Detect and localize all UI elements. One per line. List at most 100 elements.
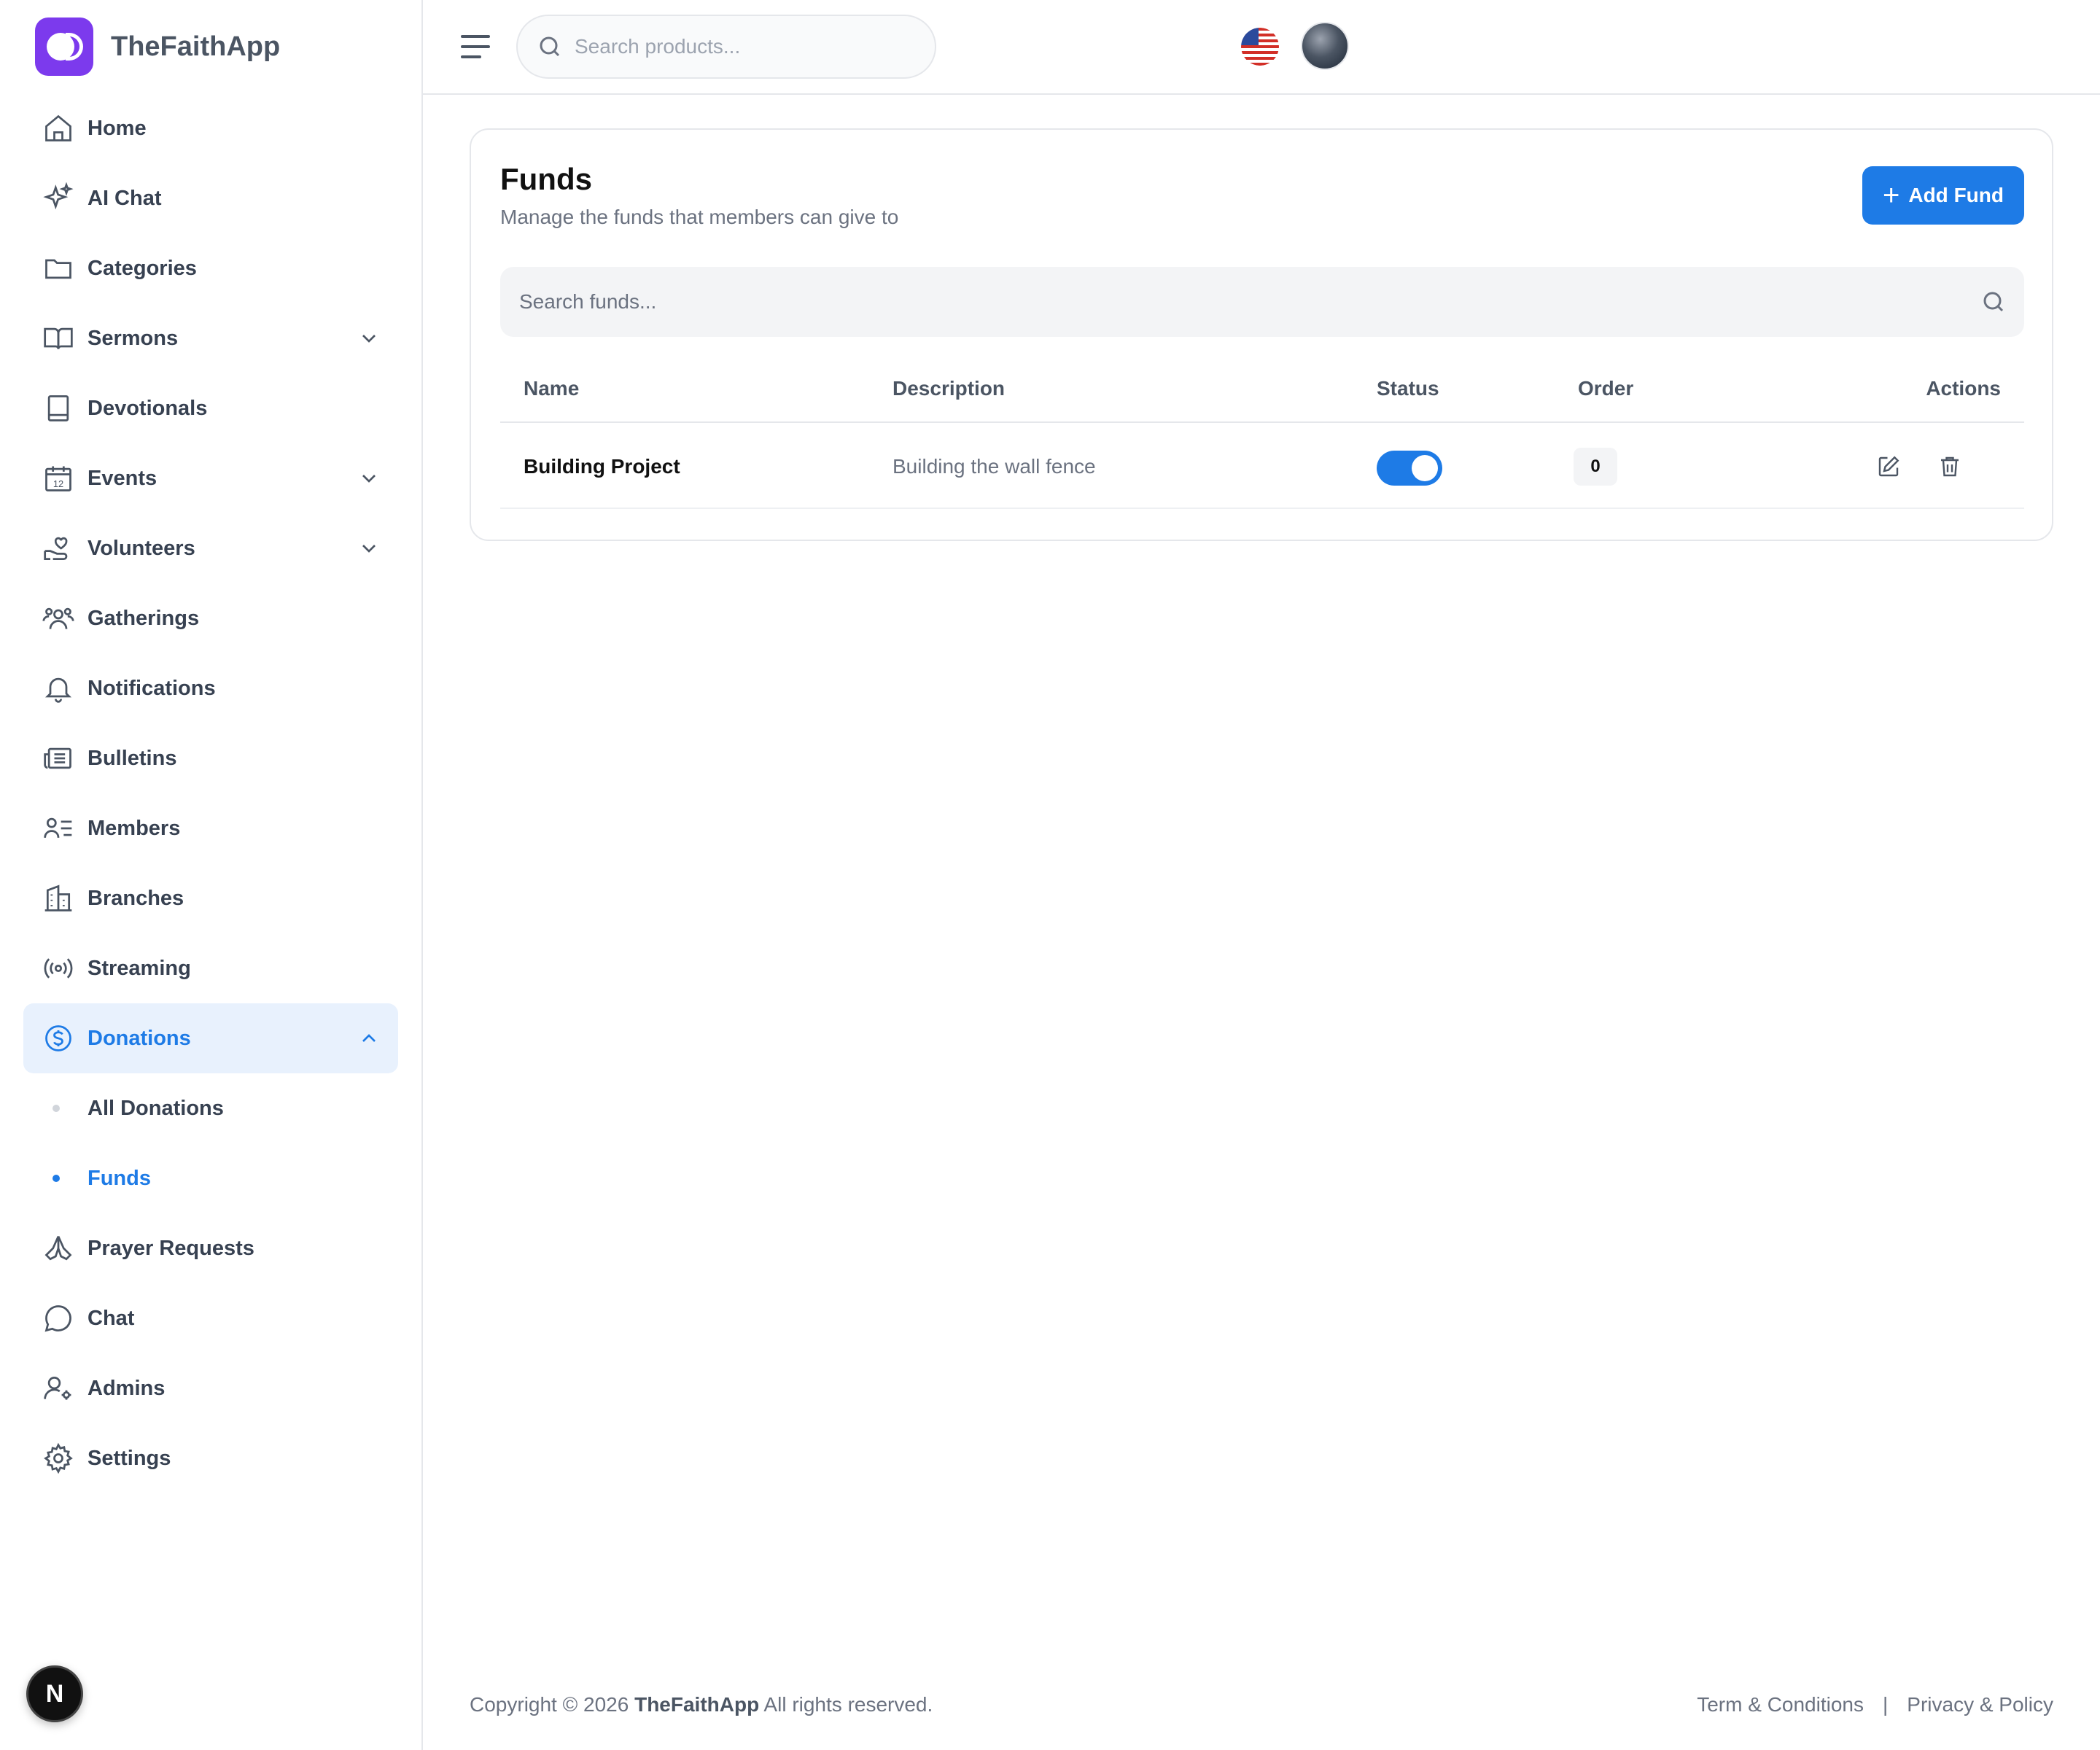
sidebar-item-streaming[interactable]: Streaming	[23, 933, 398, 1003]
privacy-link[interactable]: Privacy & Policy	[1907, 1693, 2053, 1716]
user-gear-icon	[41, 1371, 76, 1406]
column-header-name[interactable]: Name	[524, 356, 579, 421]
copyright-suffix: All rights reserved.	[763, 1693, 933, 1716]
building-icon	[41, 881, 76, 916]
footer-links: Term & Conditions | Privacy & Policy	[1697, 1693, 2053, 1716]
sidebar-item-categories[interactable]: Categories	[23, 233, 398, 303]
book-icon	[41, 391, 76, 426]
sidebar-item-label: Settings	[88, 1446, 171, 1470]
fund-name: Building Project	[524, 455, 680, 478]
broadcast-icon	[41, 951, 76, 986]
brand[interactable]: TheFaithApp	[35, 18, 280, 76]
brand-name: TheFaithApp	[111, 31, 281, 62]
sidebar-item-label: Home	[88, 116, 147, 140]
fund-search-input[interactable]	[519, 290, 1948, 314]
sidebar-item-volunteers[interactable]: Volunteers	[23, 513, 398, 583]
column-header-description[interactable]: Description	[892, 356, 1005, 421]
sidebar-item-label: Notifications	[88, 676, 216, 700]
svg-text:12: 12	[53, 478, 63, 489]
avatar[interactable]	[1301, 22, 1349, 70]
product-search[interactable]	[516, 15, 936, 79]
sidebar-item-home[interactable]: Home	[23, 93, 398, 163]
sidebar-item-label: Admins	[88, 1376, 166, 1400]
sidebar-item-ai-chat[interactable]: AI Chat	[23, 163, 398, 233]
sidebar-item-settings[interactable]: Settings	[23, 1423, 398, 1493]
sidebar-item-events[interactable]: 12 Events	[23, 443, 398, 513]
newspaper-icon	[41, 741, 76, 776]
sidebar-item-label: Gatherings	[88, 606, 200, 630]
sidebar-item-label: Bulletins	[88, 746, 177, 770]
brand-logo-icon	[35, 18, 93, 76]
sidebar-item-branches[interactable]: Branches	[23, 863, 398, 933]
sidebar-item-label: Streaming	[88, 956, 191, 980]
copyright-prefix: Copyright © 2026	[470, 1693, 629, 1716]
gear-icon	[41, 1441, 76, 1476]
copyright: Copyright © 2026 TheFaithApp All rights …	[470, 1693, 933, 1716]
sidebar-subitem-label: All Donations	[88, 1096, 224, 1120]
sidebar-item-label: Devotionals	[88, 396, 208, 420]
column-header-status[interactable]: Status	[1377, 356, 1439, 421]
search-input[interactable]	[575, 35, 917, 58]
edit-icon[interactable]	[1875, 454, 1902, 480]
bullet-dot	[52, 1105, 60, 1112]
sidebar-subitem-label: Funds	[88, 1166, 151, 1190]
column-header-actions: Actions	[1926, 377, 2001, 400]
sidebar-subitem-funds[interactable]: Funds	[23, 1143, 398, 1213]
sidebar-item-label: Members	[88, 816, 181, 840]
sidebar-item-sermons[interactable]: Sermons	[23, 303, 398, 373]
sidebar-item-label: Volunteers	[88, 536, 195, 560]
funds-card: Funds Manage the funds that members can …	[470, 128, 2053, 541]
plus-icon: +	[1883, 179, 1900, 211]
sidebar: TheFaithApp Home AI Chat Categories Serm…	[0, 0, 423, 1750]
trash-icon[interactable]	[1937, 454, 1963, 480]
sidebar-item-gatherings[interactable]: Gatherings	[23, 583, 398, 653]
page-subtitle: Manage the funds that members can give t…	[500, 206, 899, 228]
menu-toggle-icon[interactable]	[459, 32, 491, 61]
us-flag-icon[interactable]	[1241, 28, 1279, 66]
topbar	[423, 0, 2100, 95]
search-icon[interactable]	[1980, 289, 2007, 315]
sidebar-item-prayer-requests[interactable]: Prayer Requests	[23, 1213, 398, 1283]
table-header: Name Description Status Order Actions	[500, 356, 2024, 423]
footer-separator: |	[1883, 1693, 1889, 1716]
add-fund-label: Add Fund	[1908, 184, 2004, 206]
sidebar-item-notifications[interactable]: Notifications	[23, 653, 398, 723]
sidebar-item-admins[interactable]: Admins	[23, 1353, 398, 1423]
calendar-icon: 12	[41, 461, 76, 496]
order-badge: 0	[1574, 448, 1617, 486]
sidebar-item-members[interactable]: Members	[23, 793, 398, 863]
status-toggle[interactable]	[1377, 451, 1442, 486]
sidebar-subitem-all-donations[interactable]: All Donations	[23, 1073, 398, 1143]
sidebar-item-label: Prayer Requests	[88, 1236, 254, 1260]
sidebar-item-bulletins[interactable]: Bulletins	[23, 723, 398, 793]
chevron-up-icon	[362, 1034, 376, 1042]
add-fund-button[interactable]: + Add Fund	[1862, 166, 2024, 225]
dollar-circle-icon	[41, 1021, 76, 1056]
n-badge-button[interactable]: N	[26, 1665, 83, 1722]
terms-link[interactable]: Term & Conditions	[1697, 1693, 1864, 1716]
sidebar-item-donations[interactable]: Donations	[23, 1003, 398, 1073]
sidebar-item-label: AI Chat	[88, 186, 162, 210]
bullet-dot	[52, 1175, 60, 1182]
column-header-order[interactable]: Order	[1578, 356, 1633, 421]
sidebar-nav: Home AI Chat Categories Sermons Devotion…	[23, 93, 398, 1493]
sidebar-item-devotionals[interactable]: Devotionals	[23, 373, 398, 443]
search-icon	[540, 36, 560, 57]
chevron-down-icon	[362, 545, 376, 553]
sidebar-item-label: Events	[88, 466, 158, 490]
fund-search[interactable]	[500, 267, 2024, 337]
chat-bubble-icon	[41, 1301, 76, 1336]
sidebar-item-label: Categories	[88, 256, 197, 280]
sidebar-item-label: Donations	[88, 1026, 191, 1050]
hand-heart-icon	[41, 531, 76, 566]
bell-icon	[41, 671, 76, 706]
users-icon	[41, 601, 76, 636]
sidebar-item-label: Branches	[88, 886, 184, 910]
home-icon	[41, 111, 76, 146]
chevron-down-icon	[362, 475, 376, 483]
sidebar-item-label: Chat	[88, 1306, 135, 1330]
user-list-icon	[41, 811, 76, 846]
sparkles-icon	[41, 181, 76, 216]
sidebar-item-chat[interactable]: Chat	[23, 1283, 398, 1353]
folder-icon	[41, 251, 76, 286]
